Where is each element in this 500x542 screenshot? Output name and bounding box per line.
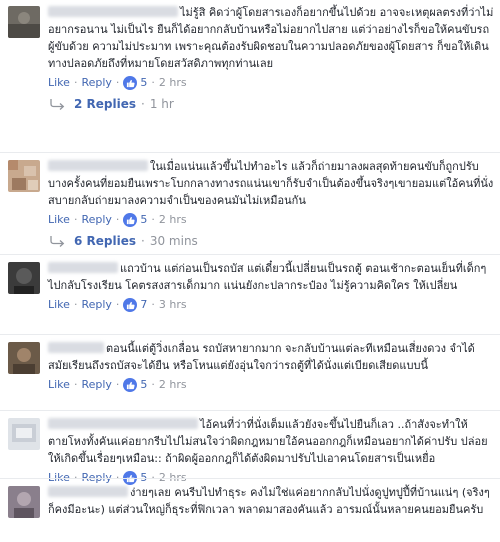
comment: แถวบ้าน แต่ก่อนเป็นรถบัส แต่เดี๋ยวนี้เปล… bbox=[8, 260, 494, 332]
comment-actions: Like · Reply · 5 · 2 hrs bbox=[48, 376, 494, 394]
author-name[interactable] bbox=[48, 342, 104, 353]
comment-body: ในเมื่อแน่นแล้วขึ้นไปทำอะไร แล้วก็ถ่ายมา… bbox=[48, 158, 494, 251]
comment-actions: Like · Reply · 5 · 2 hrs bbox=[48, 74, 494, 92]
thumbs-up-icon bbox=[123, 76, 138, 90]
divider bbox=[0, 334, 500, 335]
comment-actions: Like · Reply · 7 · 3 hrs bbox=[48, 296, 494, 314]
replies-count-link[interactable]: 6 Replies bbox=[74, 233, 136, 249]
timestamp[interactable]: 2 hrs bbox=[159, 212, 187, 228]
author-name[interactable] bbox=[48, 262, 118, 273]
comment-text-content: ตอนนี้แต่ตู้วิ่งเกลื่อน รถบัสหายากมาก จะ… bbox=[48, 342, 475, 372]
reaction-number: 5 bbox=[140, 76, 148, 89]
comment: ไม่รู้สิ คิดว่าผู้โดยสารเองก็อยากขึ้นไปด… bbox=[8, 4, 494, 154]
like-button[interactable]: Like bbox=[48, 377, 70, 393]
comment: ในเมื่อแน่นแล้วขึ้นไปทำอะไร แล้วก็ถ่ายมา… bbox=[8, 158, 494, 254]
reply-button[interactable]: Reply bbox=[81, 75, 111, 91]
comment-text: ในเมื่อแน่นแล้วขึ้นไปทำอะไร แล้วก็ถ่ายมา… bbox=[48, 158, 494, 209]
timestamp[interactable]: 2 hrs bbox=[159, 75, 187, 91]
avatar[interactable] bbox=[8, 160, 40, 192]
divider bbox=[0, 478, 500, 479]
thumbs-up-icon bbox=[123, 213, 138, 227]
reply-button[interactable]: Reply bbox=[81, 212, 111, 228]
replies-count-link[interactable]: 2 Replies bbox=[74, 96, 136, 112]
reaction-count[interactable]: 5 bbox=[123, 212, 147, 228]
reply-button[interactable]: Reply bbox=[81, 297, 111, 313]
reaction-number: 5 bbox=[140, 378, 148, 391]
reply-arrow-icon bbox=[50, 236, 65, 247]
avatar[interactable] bbox=[8, 262, 40, 294]
comment-body: ไอ้คนที่ว่าที่นั่งเต็มแล้วยังจะขึ้นไปยืน… bbox=[48, 416, 494, 487]
separator: · bbox=[73, 378, 78, 391]
reaction-number: 5 bbox=[140, 213, 148, 226]
reaction-number: 7 bbox=[140, 298, 148, 311]
author-name[interactable] bbox=[48, 418, 198, 429]
comment-actions: Like · Reply · 5 · 2 hrs bbox=[48, 211, 494, 229]
avatar[interactable] bbox=[8, 6, 40, 38]
comment-text: ง่ายๆเลย คนรีบไปทำธุระ คงไม่ใช่แค่อยากกล… bbox=[48, 484, 494, 518]
author-name[interactable] bbox=[48, 160, 148, 171]
separator: · bbox=[141, 234, 145, 248]
separator: · bbox=[73, 298, 78, 311]
replies-timestamp: 30 mins bbox=[149, 234, 198, 248]
avatar[interactable] bbox=[8, 486, 40, 518]
reaction-count[interactable]: 5 bbox=[123, 377, 147, 393]
view-replies[interactable]: 6 Replies · 30 mins bbox=[48, 231, 494, 251]
like-button[interactable]: Like bbox=[48, 212, 70, 228]
separator: · bbox=[151, 213, 155, 226]
divider bbox=[0, 410, 500, 411]
divider bbox=[0, 152, 500, 153]
separator: · bbox=[151, 298, 155, 311]
comment-text: แถวบ้าน แต่ก่อนเป็นรถบัส แต่เดี๋ยวนี้เปล… bbox=[48, 260, 494, 294]
replies-timestamp: 1 hr bbox=[149, 97, 174, 111]
timestamp[interactable]: 2 hrs bbox=[159, 377, 187, 393]
timestamp[interactable]: 3 hrs bbox=[159, 297, 187, 313]
separator: · bbox=[151, 378, 155, 391]
separator: · bbox=[115, 298, 120, 311]
separator: · bbox=[115, 378, 120, 391]
separator: · bbox=[73, 213, 78, 226]
comment-body: ง่ายๆเลย คนรีบไปทำธุระ คงไม่ใช่แค่อยากกล… bbox=[48, 484, 494, 518]
reply-button[interactable]: Reply bbox=[81, 377, 111, 393]
like-button[interactable]: Like bbox=[48, 75, 70, 91]
thumbs-up-icon bbox=[123, 298, 138, 312]
comment-text: ไอ้คนที่ว่าที่นั่งเต็มแล้วยังจะขึ้นไปยืน… bbox=[48, 416, 494, 467]
like-button[interactable]: Like bbox=[48, 297, 70, 313]
author-name[interactable] bbox=[48, 486, 128, 497]
comment: ง่ายๆเลย คนรีบไปทำธุระ คงไม่ใช่แค่อยากกล… bbox=[8, 484, 494, 542]
reaction-count[interactable]: 7 bbox=[123, 297, 147, 313]
reaction-count[interactable]: 5 bbox=[123, 75, 147, 91]
separator: · bbox=[115, 76, 120, 89]
separator: · bbox=[73, 76, 78, 89]
comment: ตอนนี้แต่ตู้วิ่งเกลื่อน รถบัสหายากมาก จะ… bbox=[8, 340, 494, 408]
comment-text: ไม่รู้สิ คิดว่าผู้โดยสารเองก็อยากขึ้นไปด… bbox=[48, 4, 494, 72]
comment-text: ตอนนี้แต่ตู้วิ่งเกลื่อน รถบัสหายากมาก จะ… bbox=[48, 340, 494, 374]
view-replies[interactable]: 2 Replies · 1 hr bbox=[48, 94, 494, 114]
comment-body: แถวบ้าน แต่ก่อนเป็นรถบัส แต่เดี๋ยวนี้เปล… bbox=[48, 260, 494, 314]
reply-arrow-icon bbox=[50, 99, 65, 110]
separator: · bbox=[115, 213, 120, 226]
thumbs-up-icon bbox=[123, 378, 138, 392]
avatar[interactable] bbox=[8, 418, 40, 450]
divider bbox=[0, 254, 500, 255]
avatar[interactable] bbox=[8, 342, 40, 374]
separator: · bbox=[141, 97, 145, 111]
separator: · bbox=[151, 76, 155, 89]
author-name[interactable] bbox=[48, 6, 178, 17]
comment-body: ตอนนี้แต่ตู้วิ่งเกลื่อน รถบัสหายากมาก จะ… bbox=[48, 340, 494, 394]
comment-body: ไม่รู้สิ คิดว่าผู้โดยสารเองก็อยากขึ้นไปด… bbox=[48, 4, 494, 114]
